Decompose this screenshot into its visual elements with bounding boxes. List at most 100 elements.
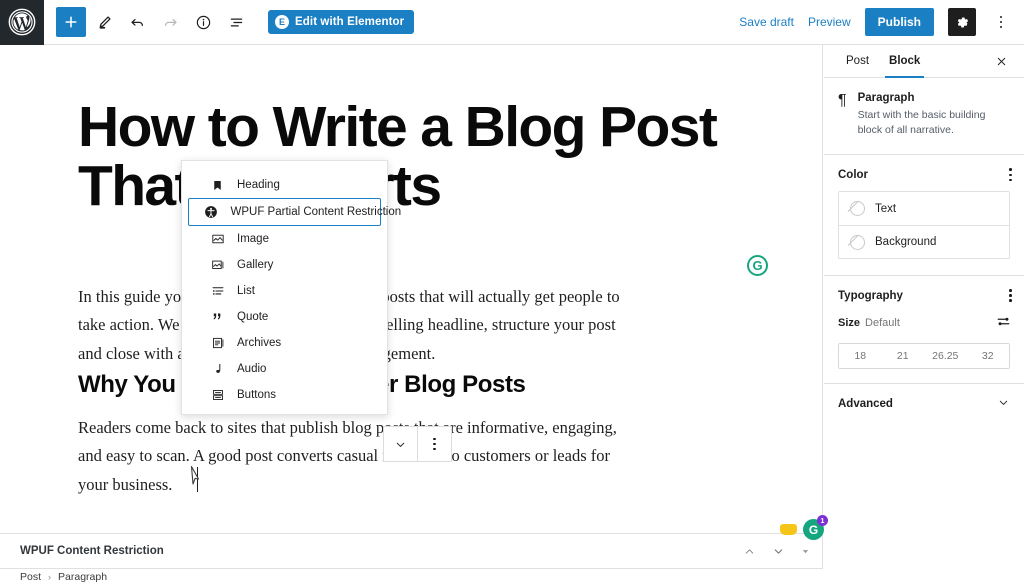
add-block-button[interactable] <box>56 7 86 37</box>
color-row-background[interactable]: Background <box>839 225 1009 258</box>
inserter-item-quote[interactable]: Quote <box>188 304 381 330</box>
font-size-option-26-25[interactable]: 26.25 <box>924 344 967 368</box>
inserter-item-label: Heading <box>237 179 280 191</box>
grammarly-letter: G <box>808 522 819 537</box>
font-size-value: Default <box>865 317 900 329</box>
list-icon <box>210 284 225 299</box>
color-row-label: Text <box>875 202 897 215</box>
close-icon[interactable] <box>991 45 1012 77</box>
font-size-option-18[interactable]: 18 <box>839 344 882 368</box>
notification-badge: 1 <box>817 515 828 526</box>
block-info-card: ¶ Paragraph Start with the basic buildin… <box>824 78 1024 156</box>
inserter-item-label: List <box>237 285 255 297</box>
buttons-icon <box>210 388 225 403</box>
tab-post[interactable]: Post <box>836 45 879 77</box>
inserter-item-image[interactable]: Image <box>188 226 381 252</box>
breadcrumb-separator: › <box>48 572 52 582</box>
color-row-text[interactable]: Text <box>839 192 1009 225</box>
preview-button[interactable]: Preview <box>808 15 851 29</box>
sidebar-tabs: Post Block <box>824 45 1024 78</box>
color-row-label: Background <box>875 236 937 249</box>
typography-section-header: Typography <box>824 276 1024 312</box>
inserter-item-label: Audio <box>237 363 267 375</box>
edit-tool-button[interactable] <box>89 7 119 37</box>
image-icon <box>210 232 225 247</box>
details-button[interactable] <box>188 7 218 37</box>
heading-icon <box>210 178 225 193</box>
panel-title: WPUF Content Restriction <box>20 545 164 557</box>
redo-button[interactable] <box>155 7 185 37</box>
mouse-pointer-icon <box>190 465 200 485</box>
wpuf-content-restriction-panel: WPUF Content Restriction <box>0 533 823 569</box>
panel-actions <box>743 545 810 558</box>
font-size-option-21[interactable]: 21 <box>882 344 925 368</box>
inserter-item-label: WPUF Partial Content Restriction <box>230 206 402 218</box>
archives-icon <box>210 336 225 351</box>
block-type-title: Paragraph <box>857 92 915 104</box>
undo-button[interactable] <box>122 7 152 37</box>
color-options-icon[interactable] <box>1009 168 1012 182</box>
save-draft-button[interactable]: Save draft <box>739 15 794 29</box>
block-toolbar <box>383 426 452 462</box>
page-title[interactable]: How to Write a Blog Post That Converts <box>78 98 758 216</box>
sliders-icon[interactable] <box>996 314 1011 332</box>
inserter-item-list[interactable]: List <box>188 278 381 304</box>
inserter-item-heading[interactable]: Heading <box>188 172 381 198</box>
edit-with-elementor-button[interactable]: E Edit with Elementor <box>268 10 415 34</box>
wordpress-logo-icon[interactable] <box>0 0 44 45</box>
move-down-button[interactable] <box>384 427 417 461</box>
inserter-item-audio[interactable]: Audio <box>188 356 381 382</box>
audio-icon <box>210 362 225 377</box>
publish-button[interactable]: Publish <box>864 8 934 36</box>
kebab-menu-icon[interactable] <box>990 8 1012 36</box>
no-color-swatch-icon <box>850 201 865 217</box>
floating-widgets: G 1 <box>780 515 828 540</box>
font-size-row: Size Default <box>824 312 1024 334</box>
block-inserter-menu[interactable]: Heading WPUF Partial Content Restriction <box>181 160 401 415</box>
typography-options-icon[interactable] <box>1009 289 1012 302</box>
grammarly-icon[interactable]: G <box>747 255 768 276</box>
list-view-button[interactable] <box>221 7 251 37</box>
quote-icon <box>210 310 225 325</box>
sidebar-footer-spacer <box>824 533 1024 569</box>
color-options-box: Text Background <box>838 191 1010 260</box>
tab-block[interactable]: Block <box>879 45 930 78</box>
block-type-description: Start with the basic building block of a… <box>857 109 986 137</box>
sticky-note-icon[interactable] <box>780 524 797 535</box>
font-size-option-32[interactable]: 32 <box>967 344 1010 368</box>
block-settings-sidebar: Post Block ¶ Paragraph Start with the ba… <box>824 45 1024 540</box>
inserter-item-buttons[interactable]: Buttons <box>188 382 381 408</box>
gear-icon[interactable] <box>948 8 976 36</box>
no-color-swatch-icon <box>850 234 865 250</box>
paragraph-block-2[interactable]: Readers come back to sites that publish … <box>78 414 638 499</box>
gallery-icon <box>210 258 225 273</box>
font-size-label: Size <box>838 317 861 329</box>
caret-down-icon[interactable] <box>801 547 810 556</box>
inserter-item-gallery[interactable]: Gallery <box>188 252 381 278</box>
breadcrumb-item-paragraph[interactable]: Paragraph <box>58 571 107 583</box>
chevron-down-icon[interactable] <box>772 545 785 558</box>
chevron-up-icon[interactable] <box>743 545 756 558</box>
accessibility-icon <box>204 205 219 220</box>
block-options-button[interactable] <box>418 427 451 461</box>
typography-section-title: Typography <box>838 289 903 302</box>
advanced-section-toggle[interactable]: Advanced <box>824 383 1024 423</box>
editor-top-toolbar: E Edit with Elementor Save draft Preview… <box>0 0 1024 45</box>
inserter-item-archives[interactable]: Archives <box>188 330 381 356</box>
elementor-logo-icon: E <box>275 15 289 29</box>
elementor-button-label: Edit with Elementor <box>295 16 405 28</box>
inserter-item-label: Buttons <box>237 389 276 401</box>
inserter-item-label: Archives <box>237 337 282 349</box>
color-section-header: Color <box>824 155 1024 191</box>
editor-canvas[interactable]: How to Write a Blog Post That Converts I… <box>0 45 823 540</box>
grammarly-letter: G <box>752 258 763 273</box>
inserter-item-label: Quote <box>237 311 269 323</box>
color-section-title: Color <box>838 168 869 181</box>
inserter-item-wpuf-partial-content-restriction[interactable]: WPUF Partial Content Restriction <box>188 198 401 226</box>
advanced-section-title: Advanced <box>838 397 893 410</box>
font-size-presets: 18 21 26.25 32 <box>838 343 1010 369</box>
inserter-item-label: Gallery <box>237 259 274 271</box>
breadcrumb: Post › Paragraph <box>0 569 1024 585</box>
breadcrumb-item-post[interactable]: Post <box>20 571 41 583</box>
grammarly-icon[interactable]: G 1 <box>803 515 828 540</box>
